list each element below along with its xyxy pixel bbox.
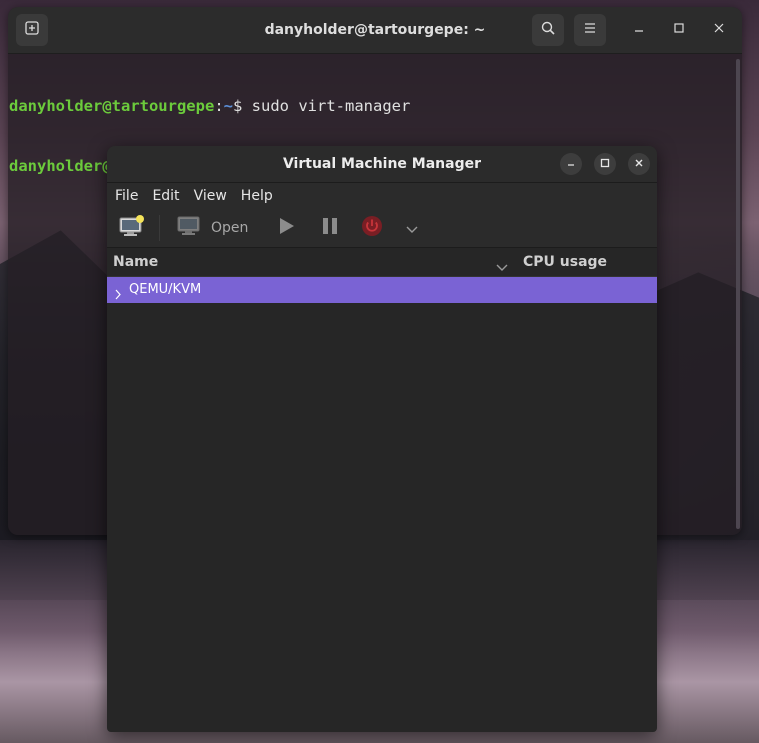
- pause-icon: [322, 217, 338, 239]
- terminal-maximize-button[interactable]: [667, 18, 691, 42]
- column-cpu-usage[interactable]: CPU usage: [523, 248, 607, 276]
- column-name[interactable]: Name: [113, 248, 158, 276]
- toolbar-separator: [159, 215, 160, 241]
- terminal-scrollbar[interactable]: [736, 59, 740, 529]
- pause-button[interactable]: [322, 216, 338, 240]
- close-icon: [713, 22, 725, 38]
- open-label: Open: [211, 220, 249, 236]
- chevron-down-icon[interactable]: [496, 257, 508, 276]
- run-button[interactable]: [278, 216, 296, 240]
- chevron-right-icon[interactable]: [113, 285, 123, 304]
- menu-help[interactable]: Help: [234, 183, 280, 209]
- menu-view[interactable]: View: [187, 183, 234, 209]
- prompt-symbol: $: [233, 97, 252, 115]
- command-text: sudo virt-manager: [251, 97, 411, 115]
- chevron-down-icon: [406, 219, 418, 238]
- vmm-close-button[interactable]: [628, 153, 650, 175]
- vmm-titlebar[interactable]: Virtual Machine Manager: [107, 146, 657, 183]
- terminal-menu-button[interactable]: [574, 14, 606, 46]
- maximize-icon: [673, 22, 685, 38]
- search-button[interactable]: [532, 14, 564, 46]
- hamburger-menu-icon: [583, 21, 597, 39]
- vm-list-header: Name CPU usage: [107, 248, 657, 277]
- connection-label: QEMU/KVM: [129, 282, 202, 297]
- shutdown-button[interactable]: [361, 216, 383, 240]
- prompt-user: danyholder@tartourgepe: [9, 97, 215, 115]
- prompt-separator: :: [214, 97, 224, 115]
- vmm-minimize-button[interactable]: [560, 153, 582, 175]
- search-icon: [540, 20, 556, 40]
- new-vm-icon: [119, 214, 145, 242]
- menu-file[interactable]: File: [108, 183, 145, 209]
- power-icon: [361, 215, 383, 241]
- menu-edit[interactable]: Edit: [145, 183, 186, 209]
- prompt-path: ~: [223, 97, 233, 115]
- open-button[interactable]: Open: [177, 216, 248, 240]
- terminal-line: danyholder@tartourgepe:~$ sudo virt-mana…: [9, 96, 742, 116]
- terminal-minimize-button[interactable]: [627, 18, 651, 42]
- terminal-close-button[interactable]: [707, 18, 731, 42]
- table-row[interactable]: QEMU/KVM: [107, 277, 657, 303]
- monitor-icon: [177, 216, 201, 240]
- new-vm-button[interactable]: [119, 214, 145, 242]
- minimize-icon: [633, 22, 645, 38]
- vmm-toolbar: Open: [107, 209, 657, 248]
- play-icon: [278, 216, 296, 240]
- terminal-header-bar[interactable]: danyholder@tartourgepe: ~: [8, 7, 742, 54]
- vmm-maximize-button[interactable]: [594, 153, 616, 175]
- minimize-icon: [566, 158, 576, 171]
- vmm-menubar: File Edit View Help: [107, 183, 657, 209]
- close-icon: [634, 158, 644, 171]
- maximize-icon: [600, 158, 610, 171]
- vmm-window[interactable]: Virtual Machine Manager File Edit View H…: [107, 146, 657, 732]
- shutdown-options-dropdown[interactable]: [406, 216, 418, 240]
